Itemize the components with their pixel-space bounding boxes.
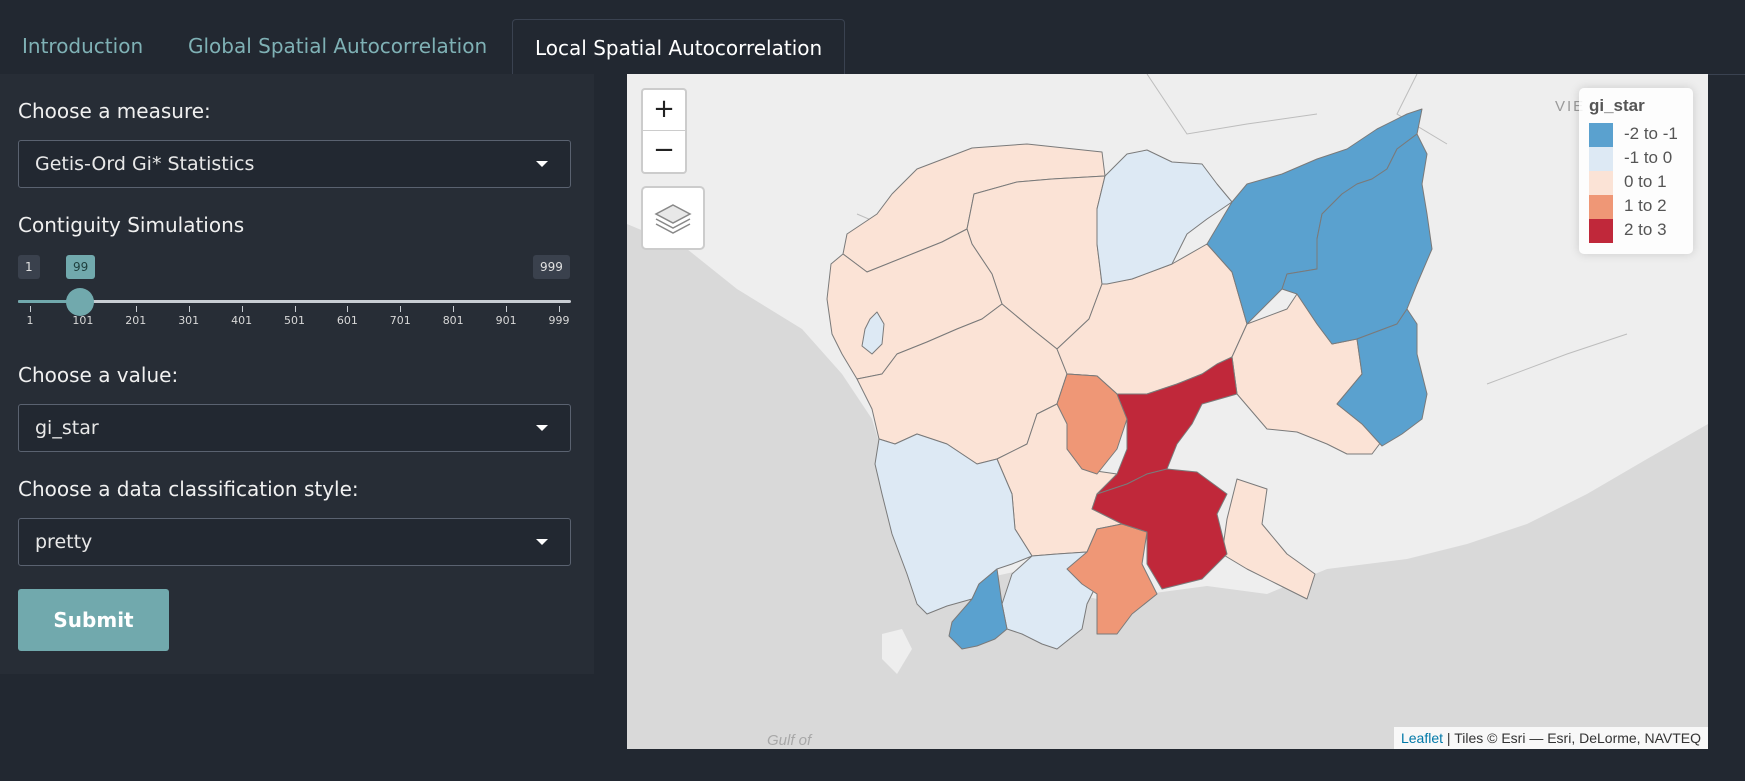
slider-tick [294, 306, 296, 312]
basemap-label-gulf: Gulf of [767, 732, 812, 749]
slider-tick [30, 306, 31, 312]
slider-min-badge: 1 [18, 255, 40, 279]
map-canvas [627, 74, 1708, 749]
slider-tick [400, 306, 402, 312]
layers-icon [654, 204, 692, 234]
slider-tick [453, 306, 455, 312]
legend-label: 2 to 3 [1624, 220, 1667, 239]
slider-tick [135, 306, 137, 312]
chevron-down-icon [536, 425, 548, 431]
slider-tick [506, 306, 508, 312]
classification-select-value: pretty [35, 531, 93, 553]
slider-tick-label: 501 [284, 314, 305, 327]
sidebar-panel: Choose a measure: Getis-Ord Gi* Statisti… [0, 74, 594, 674]
legend-label: -1 to 0 [1624, 148, 1673, 167]
layers-control-button[interactable] [641, 186, 705, 250]
slider-tick-label: 201 [125, 314, 147, 327]
province-polygon [1221, 478, 1316, 600]
chevron-down-icon [536, 161, 548, 167]
tab-bar: Introduction Global Spatial Autocorrelat… [0, 0, 1745, 75]
measure-select[interactable]: Getis-Ord Gi* Statistics [18, 140, 571, 188]
slider-value-badge: 99 [66, 255, 96, 279]
classification-label: Choose a data classification style: [18, 477, 359, 501]
map-attribution: Leaflet | Tiles © Esri — Esri, DeLorme, … [1393, 727, 1708, 749]
slider-tick-label: 901 [495, 314, 517, 327]
slider-track[interactable] [18, 300, 571, 303]
slider-tick-label: 999 [548, 314, 570, 327]
tab-introduction[interactable]: Introduction [0, 18, 165, 74]
zoom-in-button[interactable]: + [643, 90, 685, 131]
legend-swatch [1589, 219, 1613, 243]
zoom-out-button[interactable]: − [643, 131, 685, 171]
slider-max-badge: 999 [533, 255, 570, 279]
legend-swatch [1589, 195, 1613, 219]
submit-button[interactable]: Submit [18, 589, 169, 651]
measure-select-value: Getis-Ord Gi* Statistics [35, 153, 255, 175]
slider-tick [347, 306, 349, 312]
legend-title: gi_star [1589, 96, 1645, 115]
simulations-label: Contiguity Simulations [18, 213, 245, 237]
slider-tick-label: 1 [26, 314, 34, 327]
tab-local-spatial-autocorrelation[interactable]: Local Spatial Autocorrelation [512, 19, 846, 75]
value-select-value: gi_star [35, 417, 99, 439]
measure-label: Choose a measure: [18, 99, 211, 123]
leaflet-link[interactable]: Leaflet [1401, 730, 1443, 746]
slider-tick-label: 401 [231, 314, 253, 327]
map-legend: gi_star -2 to -1 -1 to 0 0 to 1 1 to 2 2… [1579, 88, 1693, 254]
slider-tick [241, 306, 243, 312]
legend-label: 0 to 1 [1624, 172, 1667, 191]
classification-select[interactable]: pretty [18, 518, 571, 566]
legend-label: 1 to 2 [1624, 196, 1667, 215]
legend-swatch [1589, 171, 1613, 195]
slider-tick [188, 306, 190, 312]
attribution-text: | Tiles © Esri — Esri, DeLorme, NAVTEQ [1443, 730, 1701, 746]
tab-global-spatial-autocorrelation[interactable]: Global Spatial Autocorrelation [166, 18, 509, 74]
map-container[interactable]: VIE Gulf of + − gi_star -2 to -1 -1 to 0… [627, 74, 1708, 749]
slider-tick-label: 101 [72, 314, 94, 327]
zoom-control: + − [641, 88, 687, 174]
legend-label: -2 to -1 [1624, 124, 1678, 143]
value-label: Choose a value: [18, 363, 179, 387]
slider-tick-label: 801 [442, 314, 464, 327]
slider-handle[interactable] [66, 288, 94, 316]
legend-swatch [1589, 123, 1613, 147]
chevron-down-icon [536, 539, 548, 545]
slider-tick-label: 601 [336, 314, 358, 327]
legend-swatch [1589, 147, 1613, 171]
slider-tick-label: 301 [178, 314, 200, 327]
slider-tick-label: 701 [389, 314, 411, 327]
slider-tick [559, 306, 560, 312]
value-select[interactable]: gi_star [18, 404, 571, 452]
